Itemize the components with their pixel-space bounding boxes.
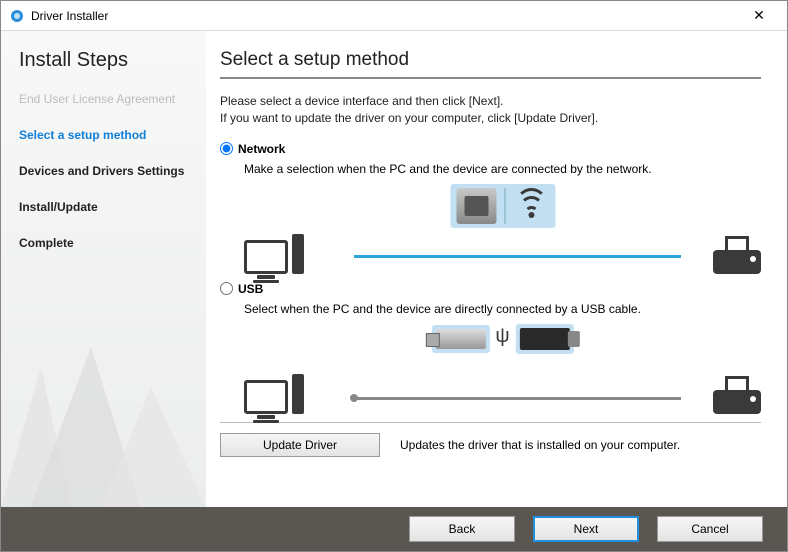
network-diagram <box>244 184 761 274</box>
page-heading: Select a setup method <box>220 49 761 71</box>
step-install-update: Install/Update <box>19 200 198 214</box>
usb-a-plug-icon <box>435 329 485 349</box>
option-usb: USB Select when the PC and the device ar… <box>220 282 761 414</box>
next-button[interactable]: Next <box>533 516 639 542</box>
usb-b-plug-icon <box>520 328 570 350</box>
sidebar-heading: Install Steps <box>19 49 198 72</box>
network-wire <box>354 255 681 258</box>
content: Select a setup method Please select a de… <box>206 31 787 507</box>
heading-rule <box>220 77 761 79</box>
step-eula: End User License Agreement <box>19 92 198 106</box>
network-label: Network <box>238 142 285 156</box>
intro-line1: Please select a device interface and the… <box>220 93 761 110</box>
update-driver-button[interactable]: Update Driver <box>220 433 380 457</box>
footer: Back Next Cancel <box>1 507 787 551</box>
network-label-row[interactable]: Network <box>220 142 761 156</box>
wifi-icon <box>513 188 549 224</box>
network-radio[interactable] <box>220 142 233 155</box>
network-desc: Make a selection when the PC and the dev… <box>244 162 761 176</box>
option-network: Network Make a selection when the PC and… <box>220 142 761 274</box>
usb-wire <box>354 397 681 400</box>
printer-icon <box>713 236 761 274</box>
update-desc: Updates the driver that is installed on … <box>400 438 680 452</box>
usb-diagram: ψ <box>244 324 761 414</box>
intro-line2: If you want to update the driver on your… <box>220 110 761 127</box>
usb-radio[interactable] <box>220 282 233 295</box>
sidebar: Install Steps End User License Agreement… <box>1 31 206 507</box>
app-icon <box>9 8 25 24</box>
ethernet-icon <box>456 188 496 224</box>
back-button[interactable]: Back <box>409 516 515 542</box>
usb-label-row[interactable]: USB <box>220 282 761 296</box>
usb-callout: ψ <box>431 324 573 354</box>
update-row: Update Driver Updates the driver that is… <box>220 433 761 457</box>
sidebar-decor <box>1 347 206 507</box>
usb-symbol-icon: ψ <box>495 325 509 348</box>
usb-label: USB <box>238 282 263 296</box>
network-callout <box>450 184 555 228</box>
usb-desc: Select when the PC and the device are di… <box>244 302 761 316</box>
pc-icon-2 <box>244 374 304 414</box>
close-button[interactable]: ✕ <box>739 7 779 24</box>
section-rule <box>220 422 761 423</box>
window-title: Driver Installer <box>31 9 739 23</box>
step-complete: Complete <box>19 236 198 250</box>
printer-icon-2 <box>713 376 761 414</box>
titlebar: Driver Installer ✕ <box>1 1 787 31</box>
intro-text: Please select a device interface and the… <box>220 93 761 128</box>
step-setup-method: Select a setup method <box>19 128 198 142</box>
step-devices-drivers: Devices and Drivers Settings <box>19 164 198 178</box>
pc-icon <box>244 234 304 274</box>
cancel-button[interactable]: Cancel <box>657 516 763 542</box>
